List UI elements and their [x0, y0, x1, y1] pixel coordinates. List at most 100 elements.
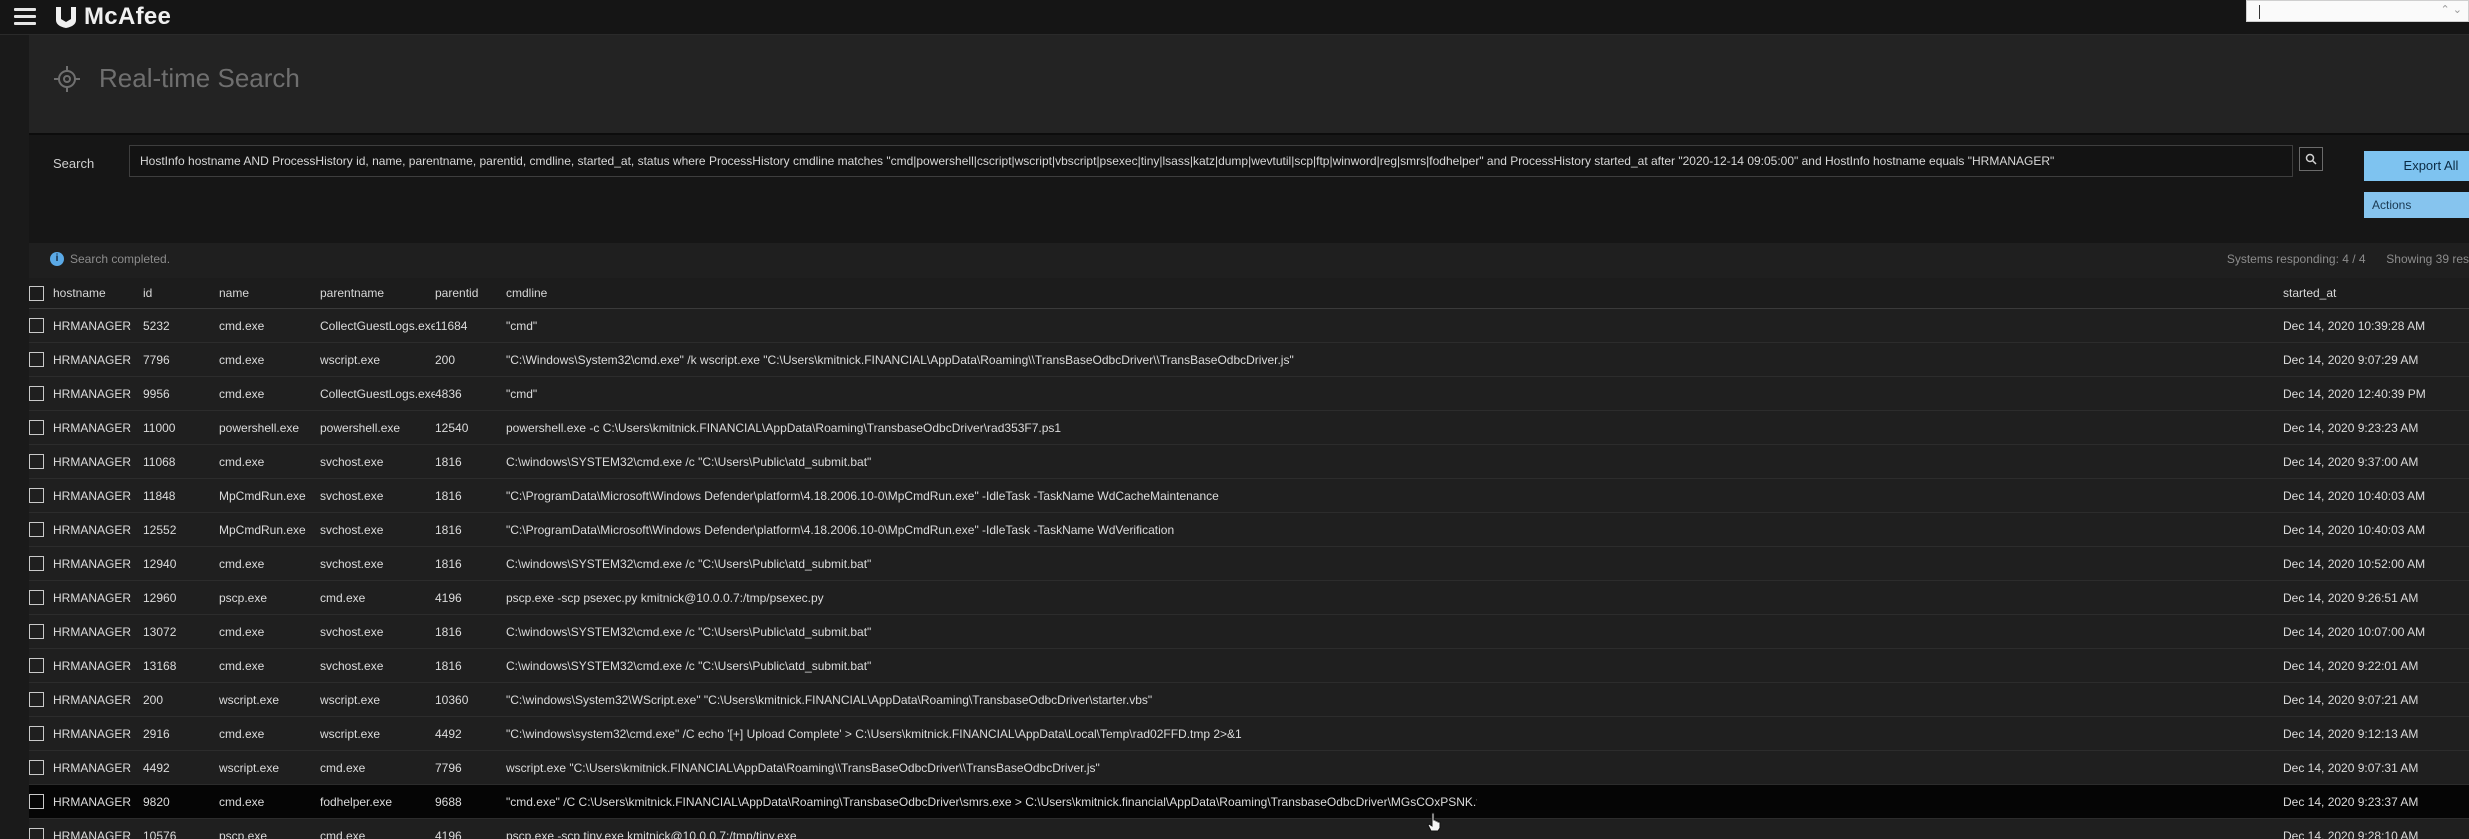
cell-parentid: 4196: [435, 828, 462, 839]
row-select-cell: [29, 343, 53, 377]
table-row[interactable]: HRMANAGER 11000 powershell.exe powershell.e…: [29, 410, 2469, 445]
menu-icon[interactable]: [14, 8, 36, 26]
row-checkbox[interactable]: [29, 488, 44, 503]
cell-parentid: 200: [435, 352, 456, 367]
cell-name: cmd.exe: [219, 726, 265, 741]
cell-started-at: Dec 14, 2020 9:37:00 AM: [2283, 454, 2419, 469]
row-select-cell: [29, 785, 53, 819]
cell-id: 10576: [143, 828, 177, 839]
table-row[interactable]: HRMANAGER 13072 cmd.exe svchost.exe 1816 C:\w…: [29, 614, 2469, 649]
shield-logo-icon: [56, 7, 76, 28]
brand-logo[interactable]: McAfee: [54, 3, 171, 31]
table-row[interactable]: HRMANAGER 12940 cmd.exe svchost.exe 1816 C:\w…: [29, 546, 2469, 581]
spinner-arrows-icon[interactable]: ⌃ ⌄: [2441, 3, 2463, 16]
cell-name: pscp.exe: [219, 590, 268, 605]
row-select-cell: [29, 547, 53, 581]
row-checkbox[interactable]: [29, 590, 44, 605]
cell-hostname: HRMANAGER: [53, 420, 132, 435]
column-header-hostname[interactable]: hostname: [53, 278, 143, 309]
cell-parentname: wscript.exe: [320, 692, 381, 707]
row-checkbox[interactable]: [29, 760, 44, 775]
cell-name: cmd.exe: [219, 454, 265, 469]
table-row[interactable]: HRMANAGER 13168 cmd.exe svchost.exe 1816 C:\w…: [29, 648, 2469, 683]
top-right-input[interactable]: ⌃ ⌄: [2246, 0, 2469, 22]
table-row[interactable]: HRMANAGER 4492 wscript.exe cmd.exe 7796 wscri…: [29, 750, 2469, 785]
table-row[interactable]: HRMANAGER 5232 cmd.exe CollectGuestLogs.exe…: [29, 308, 2469, 343]
cell-parentname: cmd.exe: [320, 828, 366, 839]
column-header-started-at[interactable]: started_at: [1477, 278, 2469, 309]
table-row[interactable]: HRMANAGER 2916 cmd.exe wscript.exe 4492 "C:\w…: [29, 716, 2469, 751]
table-row[interactable]: HRMANAGER 9956 cmd.exe CollectGuestLogs.exe…: [29, 376, 2469, 411]
table-row[interactable]: HRMANAGER 7796 cmd.exe wscript.exe 200 "C:\Wi…: [29, 342, 2469, 377]
cell-started-at: Dec 14, 2020 10:07:00 AM: [2283, 624, 2426, 639]
row-checkbox[interactable]: [29, 386, 44, 401]
cell-parentname: CollectGuestLogs.exe: [320, 318, 435, 333]
table-row[interactable]: HRMANAGER 200 wscript.exe wscript.exe 10360 "…: [29, 682, 2469, 717]
table-row[interactable]: HRMANAGER 12960 pscp.exe cmd.exe 4196 pscp.ex…: [29, 580, 2469, 615]
row-select-cell: [29, 819, 53, 839]
row-select-cell: [29, 581, 53, 615]
row-checkbox[interactable]: [29, 692, 44, 707]
table-row[interactable]: HRMANAGER 11068 cmd.exe svchost.exe 1816 C:\w…: [29, 444, 2469, 479]
cell-hostname: HRMANAGER: [53, 828, 132, 839]
cell-cmdline: "C:\windows\system32\cmd.exe" /C echo '[…: [506, 726, 1242, 741]
row-checkbox[interactable]: [29, 454, 44, 469]
row-checkbox[interactable]: [29, 828, 44, 839]
cell-id: 2916: [143, 726, 170, 741]
actions-dropdown[interactable]: Actions: [2364, 192, 2469, 218]
table-row[interactable]: HRMANAGER 11848 MpCmdRun.exe svchost.exe 181…: [29, 478, 2469, 513]
cell-parentid: 7796: [435, 760, 462, 775]
row-checkbox[interactable]: [29, 794, 44, 809]
cell-hostname: HRMANAGER: [53, 386, 132, 401]
cell-name: wscript.exe: [219, 760, 280, 775]
table-header-row: hostname id name parentname parentid cmd…: [29, 278, 2469, 309]
cell-started-at: Dec 14, 2020 9:28:10 AM: [2283, 828, 2419, 839]
cell-started-at: Dec 14, 2020 10:40:03 AM: [2283, 522, 2426, 537]
cell-cmdline: C:\windows\SYSTEM32\cmd.exe /c "C:\Users…: [506, 658, 872, 673]
row-checkbox[interactable]: [29, 658, 44, 673]
row-select-cell: [29, 683, 53, 717]
row-checkbox[interactable]: [29, 318, 44, 333]
table-row[interactable]: HRMANAGER 12552 MpCmdRun.exe svchost.exe 181…: [29, 512, 2469, 547]
table-row[interactable]: HRMANAGER 9820 cmd.exe fodhelper.exe 9688 "cm…: [29, 784, 2469, 819]
export-all-button[interactable]: Export All: [2364, 151, 2469, 181]
select-all-checkbox[interactable]: [29, 285, 44, 301]
search-bar: Search HostInfo hostname AND ProcessHist…: [29, 133, 2469, 243]
row-checkbox[interactable]: [29, 522, 44, 537]
column-header-parentname[interactable]: parentname: [320, 278, 435, 309]
cell-id: 4492: [143, 760, 170, 775]
search-button[interactable]: [2299, 147, 2323, 171]
cell-cmdline: "C:\ProgramData\Microsoft\Windows Defend…: [506, 488, 1219, 503]
cell-name: cmd.exe: [219, 556, 265, 571]
row-checkbox[interactable]: [29, 420, 44, 435]
brand-name: McAfee: [84, 3, 172, 30]
row-checkbox[interactable]: [29, 624, 44, 639]
cell-id: 12940: [143, 556, 177, 571]
cell-parentid: 12540: [435, 420, 469, 435]
info-icon: i: [50, 252, 64, 266]
top-bar: McAfee ⌃ ⌄: [0, 0, 2469, 35]
search-status: i Search completed.: [50, 252, 170, 266]
column-header-id[interactable]: id: [143, 278, 219, 309]
row-select-cell: [29, 445, 53, 479]
cell-cmdline: C:\windows\SYSTEM32\cmd.exe /c "C:\Users…: [506, 556, 872, 571]
column-header-parentid[interactable]: parentid: [435, 278, 506, 309]
row-checkbox[interactable]: [29, 556, 44, 571]
cell-name: powershell.exe: [219, 420, 300, 435]
cell-hostname: HRMANAGER: [53, 590, 132, 605]
cell-hostname: HRMANAGER: [53, 318, 132, 333]
cell-parentname: svchost.exe: [320, 454, 384, 469]
row-select-cell: [29, 377, 53, 411]
row-checkbox[interactable]: [29, 726, 44, 741]
cell-cmdline: "cmd": [506, 386, 538, 401]
row-select-cell: [29, 513, 53, 547]
column-header-cmdline[interactable]: cmdline: [506, 278, 1477, 309]
cell-cmdline: wscript.exe "C:\Users\kmitnick.FINANCIAL…: [506, 760, 1100, 775]
row-select-cell: [29, 649, 53, 683]
column-header-name[interactable]: name: [219, 278, 320, 309]
table-row[interactable]: HRMANAGER 10576 pscp.exe cmd.exe 4196 pscp.ex…: [29, 818, 2469, 839]
search-query-input[interactable]: HostInfo hostname AND ProcessHistory id,…: [129, 145, 2293, 177]
cell-cmdline: "C:\Windows\System32\cmd.exe" /k wscript…: [506, 352, 1294, 367]
text-caret: [2259, 5, 2260, 19]
row-checkbox[interactable]: [29, 352, 44, 367]
